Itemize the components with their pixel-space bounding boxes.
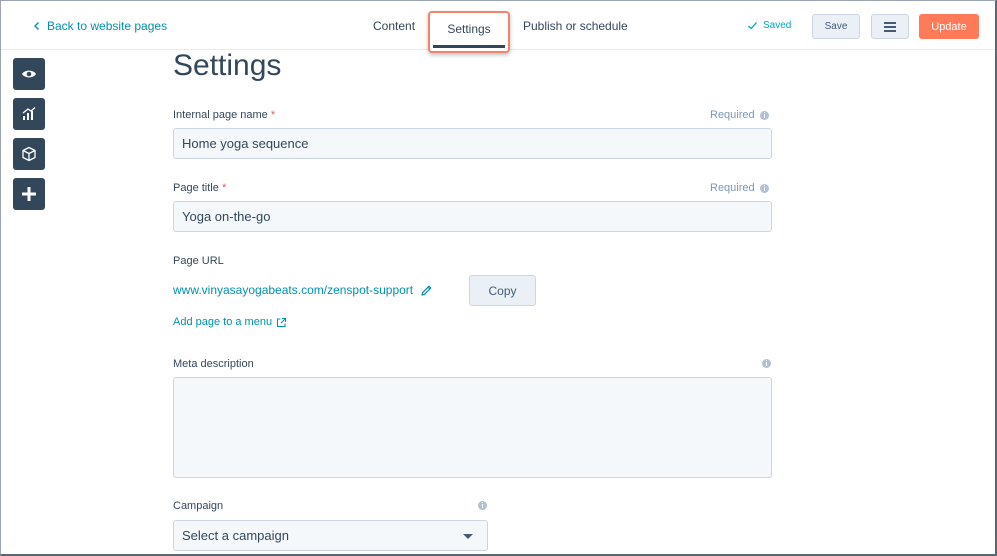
saved-status: Saved [747,20,791,31]
eye-icon [22,70,36,78]
tab-publish-or-schedule[interactable]: Publish or schedule [523,19,628,33]
add-button[interactable] [13,178,45,210]
campaign-label: Campaign [173,500,224,512]
modules-button[interactable] [13,138,45,170]
more-menu-button[interactable] [871,14,909,39]
campaign-select[interactable]: Select a campaign [173,520,488,551]
tab-publish-label: Publish or schedule [523,19,628,33]
chevron-left-icon [34,22,39,30]
preview-button[interactable] [13,58,45,90]
pencil-icon[interactable] [420,284,433,297]
page-title-label: Page title * [173,182,226,194]
page-url-label: Page URL [173,255,224,267]
update-button[interactable]: Update [919,14,979,39]
page-title-label-text: Page title [173,182,219,194]
external-link-icon [277,317,287,327]
info-icon[interactable] [478,501,487,510]
add-page-to-menu-link[interactable]: Add page to a menu [173,316,287,328]
internal-page-name-input[interactable]: Home yoga sequence [173,128,772,159]
hamburger-icon [884,21,896,32]
checkmark-icon [748,22,757,30]
back-to-website-pages-link[interactable]: Back to website pages [30,19,167,33]
copy-url-button[interactable]: Copy [469,275,536,306]
required-note: Required [710,182,769,194]
page-url-value: www.vinyasayogabeats.com/zenspot-support [173,283,414,297]
required-note: Required [710,109,769,121]
editor-topbar: Back to website pages Content Settings P… [1,1,995,53]
caret-down-icon [463,534,473,539]
plus-icon [22,187,36,201]
active-tab-underline [433,45,505,48]
info-icon[interactable] [759,183,769,193]
info-icon[interactable] [762,359,771,368]
required-asterisk: * [270,109,276,121]
tab-settings[interactable]: Settings [430,13,508,51]
optimize-button[interactable] [13,98,45,130]
tab-content-label: Content [373,19,416,33]
info-icon[interactable] [759,110,769,120]
internal-page-name-label-text: Internal page name [173,109,268,121]
internal-page-name-label: Internal page name * [173,109,275,121]
page-title: Settings [173,49,282,82]
page-title-input[interactable]: Yoga on-the-go [173,201,772,232]
required-note-text: Required [710,182,755,194]
meta-description-textarea[interactable] [173,377,772,478]
tab-settings-label: Settings [447,22,491,36]
campaign-selected-value: Select a campaign [182,528,289,543]
add-page-to-menu-label: Add page to a menu [173,316,273,328]
saved-label: Saved [763,20,792,31]
meta-description-label: Meta description [173,358,254,370]
save-button[interactable]: Save [812,14,860,39]
page-url-link[interactable]: www.vinyasayogabeats.com/zenspot-support [173,283,433,297]
tab-settings-highlight: Settings [428,11,510,53]
required-note-text: Required [710,109,755,121]
app-window: Back to website pages Content Settings P… [0,0,997,556]
required-asterisk: * [221,182,227,194]
cube-icon [22,146,36,162]
back-link-label: Back to website pages [47,19,168,33]
chart-icon [22,107,36,120]
tab-content[interactable]: Content [373,19,415,33]
